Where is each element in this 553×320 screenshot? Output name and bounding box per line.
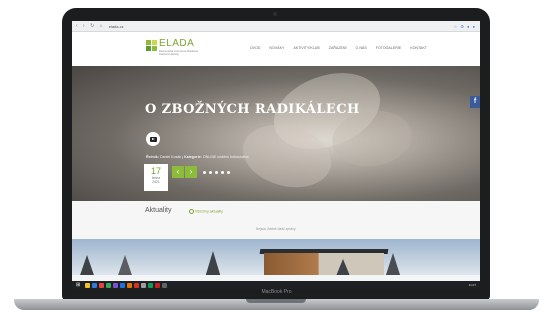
menu-item-o-nas[interactable]: O nás (356, 46, 367, 50)
app-icon[interactable] (162, 282, 167, 288)
laptop-notch (246, 299, 306, 303)
logo-name: ELADA (159, 38, 195, 49)
site-header: ELADA Ekumenická Lorenzova Akademie Duch… (72, 32, 480, 66)
date-year: 2021 (152, 180, 160, 184)
date-badge: 17 ledna 2021 (144, 164, 168, 191)
app-icon[interactable] (141, 282, 146, 288)
app-icon[interactable] (127, 282, 132, 288)
chrome-icon[interactable] (99, 282, 104, 288)
app-icon[interactable] (106, 282, 111, 288)
menu-item-fotogalerie[interactable]: Fotogalerie (376, 46, 402, 50)
app-icon[interactable] (134, 282, 139, 288)
logo-tagline: Ekumenická Lorenzova Akademie Duchovní A… (159, 50, 199, 56)
laptop-base (14, 299, 539, 310)
slider-dot[interactable] (227, 171, 230, 174)
menu-item-novaky[interactable]: Nováky (269, 46, 284, 50)
file-explorer-icon[interactable] (85, 282, 90, 288)
logo-mark-icon (146, 40, 157, 51)
app-icon[interactable] (113, 282, 118, 288)
slider-dot[interactable] (215, 171, 218, 174)
sermon-meta: Řečník: Daniel Kosák | Kategorie: ONLINE… (146, 155, 248, 159)
plus-circle-icon (189, 209, 194, 214)
hero-slider: O ZBOŽNÝCH RADIKÁLECH Řečník: Daniel Kos… (72, 66, 480, 201)
app-icon[interactable] (120, 282, 125, 288)
speaker-name: Daniel Kosák (159, 155, 182, 159)
camera (273, 12, 277, 16)
app-icon[interactable] (155, 282, 160, 288)
menu-item-zarazeni[interactable]: Zařazení (329, 46, 347, 50)
youtube-play-icon[interactable] (146, 132, 160, 146)
menu-item-uvod[interactable]: Úvod (250, 46, 260, 50)
hero-title[interactable]: O ZBOŽNÝCH RADIKÁLECH (145, 102, 360, 117)
slider-dot[interactable] (221, 171, 224, 174)
system-tray-clock[interactable]: 11:07 (469, 283, 476, 287)
category-name[interactable]: ONLINE nedělní bohoslužba (203, 155, 249, 159)
browser-toolbar: ‹ › ↻ ⌂ elada.cz ☆ ⚙ ● ● (72, 21, 480, 32)
site-logo[interactable]: ELADA Ekumenická Lorenzova Akademie Duch… (146, 38, 204, 62)
all-news-label: Všechny aktuality (195, 209, 223, 214)
facebook-icon[interactable]: f (470, 96, 480, 108)
windows-start-icon[interactable]: ⊞ (76, 282, 82, 288)
main-menu: Úvod Nováky Aktivity/Klub Zařazení O nás… (250, 46, 427, 50)
news-empty-text: Nejsou žádné další zprávy. (255, 227, 297, 231)
menu-item-kontakt[interactable]: Kontakt (410, 46, 427, 50)
address-bar[interactable]: elada.cz (109, 24, 454, 29)
menu-item-aktivity[interactable]: Aktivity/Klub (293, 46, 319, 50)
news-title: Aktuality (145, 207, 172, 214)
slider-dots (203, 171, 230, 174)
news-section: Aktuality Všechny aktuality Nejsou žádné… (72, 201, 480, 239)
device-model-label: MacBook Pro (261, 289, 292, 295)
browser-nav-icons[interactable]: ‹ › ↻ ⌂ (76, 23, 105, 29)
edge-icon[interactable] (92, 282, 97, 288)
speaker-label: Řečník: (146, 155, 159, 159)
slider-dot[interactable] (203, 171, 206, 174)
laptop-screen: ‹ › ↻ ⌂ elada.cz ☆ ⚙ ● ● ELADA Ekumenick… (72, 21, 480, 289)
extension-icons[interactable]: ☆ ⚙ ● ● (454, 24, 476, 29)
slider-dot[interactable] (209, 171, 212, 174)
slider-next-button[interactable]: › (185, 166, 197, 178)
taskbar-app-icons (85, 282, 167, 288)
all-news-link[interactable]: Všechny aktuality (189, 209, 223, 214)
winter-building-photo (72, 239, 480, 281)
slider-prev-button[interactable]: ‹ (172, 166, 184, 178)
meta-separator: | (182, 155, 184, 159)
windows-taskbar: ⊞ 11:07 (72, 281, 480, 289)
category-label: Kategorie: (184, 155, 202, 159)
app-icon[interactable] (148, 282, 153, 288)
laptop-lid: ‹ › ↻ ⌂ elada.cz ☆ ⚙ ● ● ELADA Ekumenick… (62, 8, 490, 300)
date-day: 17 (150, 166, 161, 176)
